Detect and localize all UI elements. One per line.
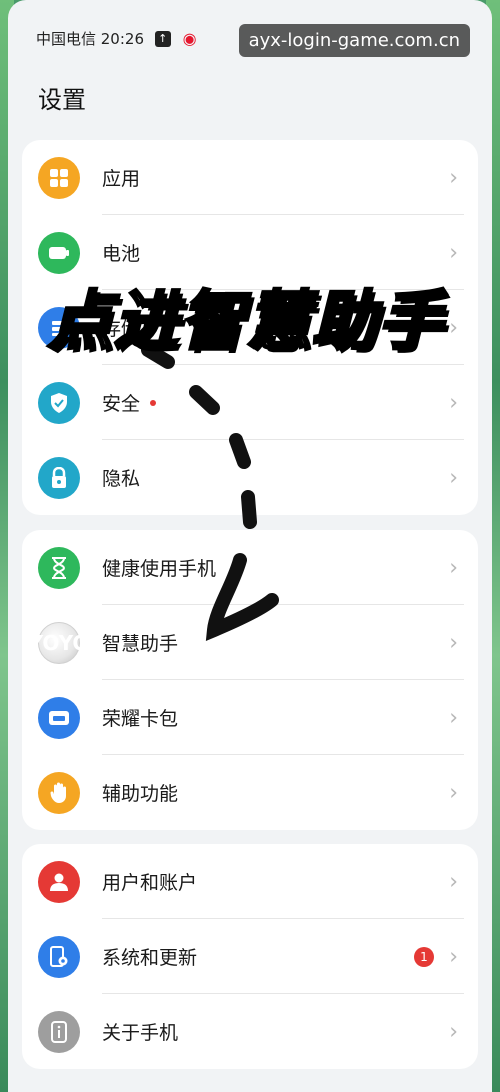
settings-screen: 中国电信 20:26 ↑ ◉ ayx-login-game.com.cn 设置 … <box>8 0 492 1092</box>
arrow-annotation <box>141 343 279 642</box>
instruction-overlay: 点进智慧助手 <box>47 284 444 361</box>
